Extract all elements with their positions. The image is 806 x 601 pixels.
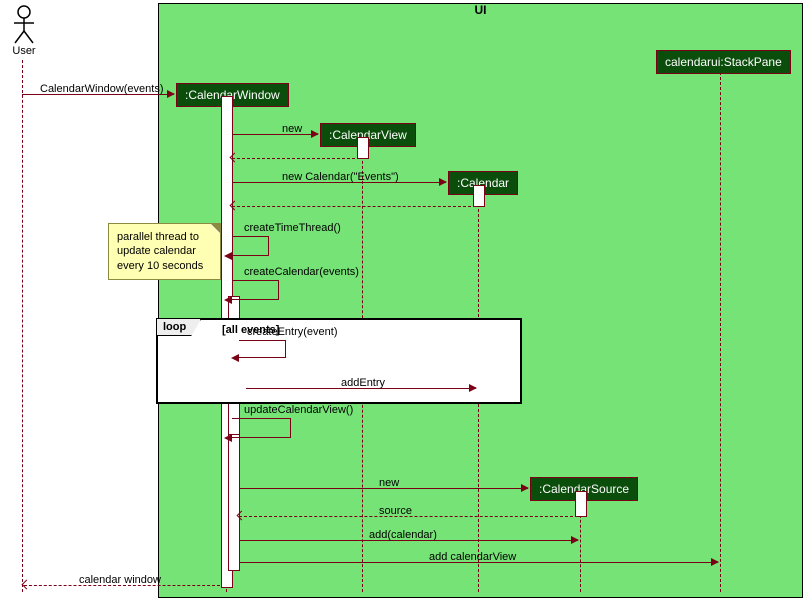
- label-createtimethread: createTimeThread(): [244, 222, 341, 234]
- msg-calendarwindow-events: CalendarWindow(events): [22, 94, 174, 95]
- activation-cw-updateview: [228, 434, 240, 571]
- msg-new-calendarsource: new: [239, 488, 528, 489]
- msg-add-calendarview: add calendarView: [239, 562, 718, 563]
- loop-fragment: loop [all events]: [156, 318, 522, 404]
- label-createentry: createEntry(event): [247, 326, 337, 338]
- msg-add-calendar: add(calendar): [239, 540, 578, 541]
- msg-new-calendarview: new: [232, 134, 318, 135]
- actor-label: User: [4, 45, 44, 57]
- lifeline-user: [22, 60, 23, 592]
- msg-createentry: [239, 340, 286, 358]
- activation-cal: [473, 185, 485, 207]
- return-source: source: [239, 516, 573, 517]
- lifeline-stackpane: [720, 72, 721, 592]
- note-thread: parallel thread to update calendar every…: [108, 223, 221, 280]
- frame-title: UI: [475, 3, 487, 17]
- return-calendar-window: calendar window: [24, 585, 220, 586]
- activation-cv: [357, 137, 369, 159]
- participant-stackpane: calendarui:StackPane: [656, 50, 791, 74]
- actor-user: User: [4, 5, 44, 57]
- sequence-diagram: UI User :CalendarWindow :CalendarView :C…: [0, 0, 806, 601]
- user-icon: [10, 5, 38, 45]
- msg-createtimethread: [232, 236, 269, 256]
- return-calendarview: [232, 158, 355, 159]
- activation-cs: [575, 491, 587, 517]
- loop-title: loop: [157, 319, 201, 336]
- msg-addentry: addEntry: [246, 388, 476, 389]
- return-calendar: [232, 206, 471, 207]
- label-updatecalendarview: updateCalendarView(): [244, 404, 353, 416]
- label-createcalendar: createCalendar(events): [244, 266, 359, 278]
- msg-updatecalendarview: [232, 418, 291, 438]
- msg-createcalendar: [232, 280, 279, 300]
- msg-new-calendar: new Calendar("Events"): [232, 182, 446, 183]
